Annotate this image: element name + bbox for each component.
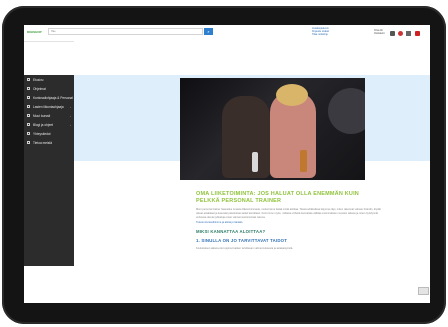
user-links: Asiakaspalvelu Kirjaudu sisään Tilaa uut…: [312, 27, 352, 36]
compare-icon[interactable]: [406, 31, 411, 36]
screen: DIGISHOP Hae ⌕ Asiakaspalvelu Kirjaudu s…: [24, 25, 430, 303]
sidebar-item-about[interactable]: Tietoa meistä: [24, 138, 74, 147]
person-hair: [276, 84, 308, 106]
sidebar-item-kids[interactable]: Lasten liikuntaohjaaja ›: [24, 102, 74, 111]
article-paragraph: Moni personal trainer haaveilee omasta l…: [196, 208, 381, 219]
sidebar-item-label: Ohjelmat: [33, 86, 46, 91]
site-logo[interactable]: DIGISHOP: [27, 30, 42, 34]
water-bottle: [252, 152, 258, 172]
chevron-right-icon: ›: [70, 122, 71, 127]
search-button[interactable]: ⌕: [204, 28, 213, 35]
article-point-text: Koulutuksen aikana olet oppinut kaiken t…: [196, 247, 294, 250]
article-link[interactable]: Tutustu kursseihimme ja aloita jo tänään…: [196, 221, 382, 224]
sidebar-item-trainer[interactable]: Kuntosaliohjaaja & Personal ›: [24, 93, 74, 102]
chevron-right-icon: ›: [70, 113, 71, 118]
sidebar-item-contact[interactable]: Yhteystiedot: [24, 129, 74, 138]
list-icon: [27, 87, 30, 90]
sidebar-item-label: Muut kurssit: [33, 113, 51, 118]
sidebar-item-home[interactable]: Etusivu: [24, 75, 74, 84]
phone-icon: [27, 132, 30, 135]
main-content: OMA LIIKETOIMINTA: JOS HALUAT OLLA ENEMM…: [74, 41, 430, 303]
heart-icon[interactable]: [398, 31, 403, 36]
sidebar-item-label: Tietoa meistä: [33, 140, 53, 145]
sidebar-item-label: Blogi ja ohjeet: [33, 122, 54, 127]
article-subheading: MIKSI KANNATTAA ALOITTAA?: [196, 229, 266, 234]
sidebar-item-label: Yhteystiedot: [33, 131, 51, 136]
medicine-ball: [328, 88, 365, 134]
cart-icon[interactable]: [415, 31, 420, 36]
link-newsletter[interactable]: Tilaa uutiskirje: [312, 33, 352, 36]
sidebar: Etusivu Ohjelmat Kuntosaliohjaaja & Pers…: [24, 75, 74, 266]
top-bar: DIGISHOP Hae ⌕ Asiakaspalvelu Kirjaudu s…: [24, 25, 430, 42]
account-label[interactable]: Oma tili Ostoskori: [374, 29, 388, 35]
article-heading: OMA LIIKETOIMINTA: JOS HALUAT OLLA ENEMM…: [196, 191, 359, 204]
sidebar-item-label: Lasten liikuntaohjaaja: [33, 104, 64, 109]
book-icon: [27, 114, 30, 117]
sidebar-item-programs[interactable]: Ohjelmat: [24, 84, 74, 93]
home-icon: [27, 78, 30, 81]
hero-image: [180, 78, 365, 180]
dumbbell-icon: [27, 96, 30, 99]
sidebar-item-label: Kuntosaliohjaaja & Personal: [33, 95, 73, 100]
article-point-heading: 1. SINULLA ON JO TARVITTAVAT TAIDOT: [196, 238, 288, 243]
sidebar-item-blog[interactable]: Blogi ja ohjeet ›: [24, 120, 74, 129]
chevron-right-icon: ›: [70, 95, 71, 100]
tablet-frame: DIGISHOP Hae ⌕ Asiakaspalvelu Kirjaudu s…: [2, 6, 446, 324]
info-icon: [27, 141, 30, 144]
person-figure: [222, 96, 270, 178]
chevron-right-icon: ›: [70, 104, 71, 109]
child-icon: [27, 105, 30, 108]
article: OMA LIIKETOIMINTA: JOS HALUAT OLLA ENEMM…: [196, 191, 382, 251]
shaker-bottle: [300, 150, 307, 172]
sidebar-item-label: Etusivu: [33, 77, 44, 82]
scroll-to-top-button[interactable]: [418, 287, 429, 295]
user-icon[interactable]: [390, 31, 395, 36]
search-input[interactable]: Hae: [48, 28, 203, 35]
sidebar-item-courses[interactable]: Muut kurssit ›: [24, 111, 74, 120]
document-icon: [27, 123, 30, 126]
